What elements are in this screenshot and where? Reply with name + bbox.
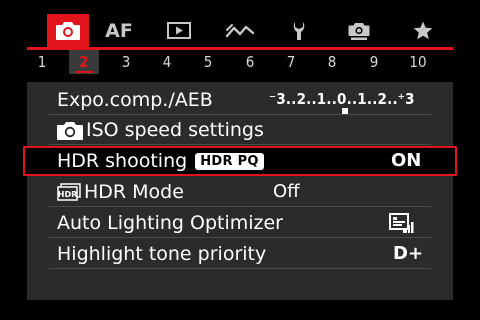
menu-item-label-wrap: HDR shooting HDR PQ: [57, 146, 264, 176]
menu-item-hdr-shooting[interactable]: HDR shooting HDR PQ ON: [23, 146, 457, 176]
page-4[interactable]: 4: [154, 50, 180, 74]
auto-lighting-optimizer-icon: [389, 213, 414, 233]
page-5[interactable]: 5: [195, 50, 221, 74]
menu-item-value: ON: [391, 150, 422, 171]
tab-setup[interactable]: [279, 14, 319, 47]
menu-item-hdr-mode[interactable]: HDR HDR Mode Off: [27, 177, 453, 207]
row-divider: [49, 268, 431, 269]
tab-af-label: AF: [105, 19, 133, 42]
tab-network[interactable]: [218, 14, 262, 47]
page-9[interactable]: 9: [361, 50, 387, 74]
custom-camera-icon: [348, 22, 370, 40]
menu-item-value: Off: [273, 181, 300, 202]
page-10[interactable]: 10: [403, 50, 433, 74]
menu-list: Expo.comp./AEB ⁻3..2..1..0..1..2..⁺3 ISO…: [23, 82, 457, 300]
svg-text:HDR: HDR: [58, 190, 78, 199]
menu-item-label-wrap: HDR HDR Mode: [57, 177, 184, 207]
play-icon: [167, 22, 191, 39]
page-6[interactable]: 6: [237, 50, 263, 74]
menu-item-label: HDR shooting: [57, 150, 188, 172]
tab-shooting[interactable]: [47, 14, 89, 47]
row-divider: [49, 206, 431, 207]
menu-item-iso-speed-settings[interactable]: ISO speed settings: [27, 115, 453, 145]
tab-custom-functions[interactable]: [339, 14, 379, 47]
menu-item-label: Auto Lighting Optimizer: [57, 212, 283, 234]
page-2[interactable]: 2: [69, 50, 99, 74]
exposure-scale: ⁻3..2..1..0..1..2..⁺3: [269, 89, 419, 114]
hdr-icon: HDR: [57, 183, 81, 201]
page-2-label: 2: [79, 53, 89, 71]
menu-item-value: D+: [393, 243, 424, 264]
page-number-row: 1 2 3 4 5 6 7 8 9 10: [27, 50, 453, 74]
menu-item-label: Highlight tone priority: [57, 243, 267, 265]
menu-item-auto-lighting-optimizer[interactable]: Auto Lighting Optimizer: [27, 208, 453, 238]
menu-item-expo-comp-aeb[interactable]: Expo.comp./AEB ⁻3..2..1..0..1..2..⁺3: [27, 85, 453, 115]
camera-icon: [56, 22, 80, 40]
tab-af[interactable]: AF: [99, 14, 139, 47]
page-3[interactable]: 3: [113, 50, 139, 74]
page-7[interactable]: 7: [278, 50, 304, 74]
active-page-underline: [75, 71, 93, 73]
wrench-icon: [293, 21, 305, 40]
wireless-icon: [225, 23, 255, 37]
page-1[interactable]: 1: [29, 50, 55, 74]
menu-item-label: Expo.comp./AEB: [57, 89, 213, 111]
menu-item-label-wrap: ISO speed settings: [57, 115, 264, 145]
star-icon: [413, 21, 433, 40]
hdr-pq-badge: HDR PQ: [195, 152, 264, 170]
page-8[interactable]: 8: [319, 50, 345, 74]
menu-item-highlight-tone-priority[interactable]: Highlight tone priority D+: [27, 239, 453, 269]
menu-item-label: HDR Mode: [84, 181, 184, 203]
tab-playback[interactable]: [159, 14, 199, 47]
row-divider: [49, 237, 431, 238]
exposure-scale-text: ⁻3..2..1..0..1..2..⁺3: [269, 90, 415, 108]
camera-icon: [57, 121, 83, 140]
tab-my-menu[interactable]: [403, 14, 443, 47]
camera-menu-screen: AF 1 2 3 4 5 6 7 8 9 10 Expo.comp./AEB ⁻…: [0, 0, 480, 320]
menu-item-value: [389, 213, 415, 235]
row-divider: [49, 144, 431, 145]
menu-item-label: ISO speed settings: [86, 119, 264, 141]
menu-tab-bar: AF: [27, 14, 453, 47]
